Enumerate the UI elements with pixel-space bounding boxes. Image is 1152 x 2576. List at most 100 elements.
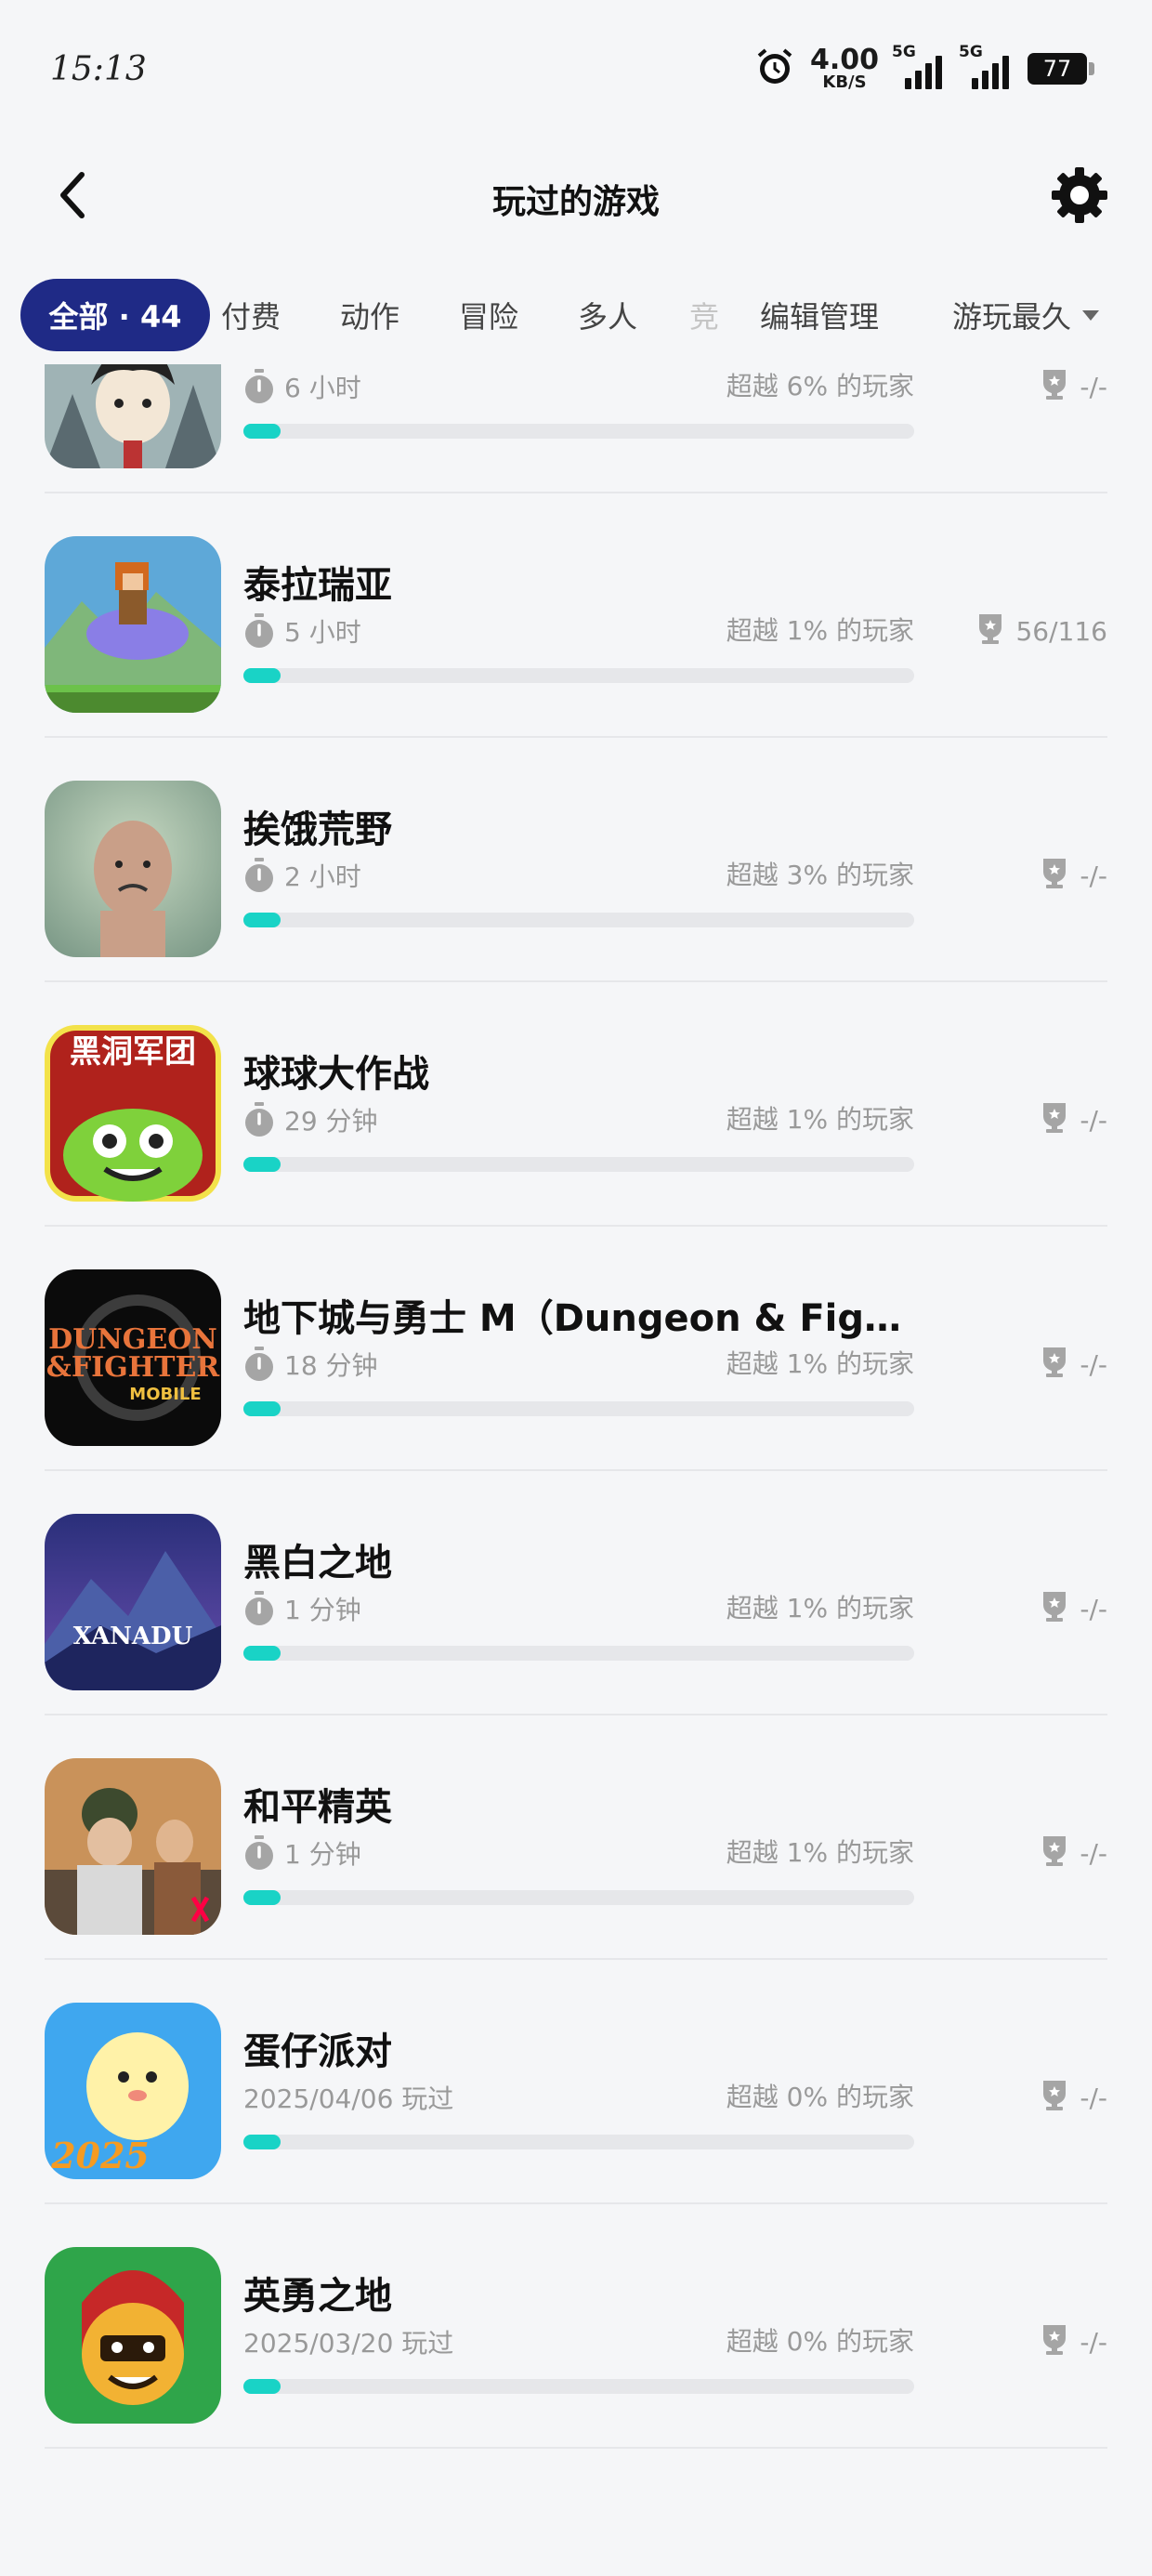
progress-bar — [243, 2135, 914, 2149]
progress-fill — [243, 2379, 281, 2394]
achievements: -/- — [1041, 2323, 1107, 2360]
thumb-text: &FIGHTER — [46, 1351, 221, 1384]
rank-text: 超越 0% 的玩家 — [726, 2326, 914, 2357]
timer-icon — [243, 1591, 275, 1626]
playtime-text: 2 小时 — [284, 861, 361, 892]
settings-button[interactable] — [1048, 164, 1111, 227]
game-thumbnail: 2025 — [45, 2003, 221, 2179]
game-name: 蛋仔派对 — [243, 2031, 392, 2073]
game-name: 地下城与勇士 M（Dungeon & Fighter M… — [243, 1297, 912, 1340]
sort-dropdown[interactable]: 游玩最久 — [936, 279, 1115, 351]
progress-bar — [243, 913, 914, 927]
achievements: -/- — [1041, 2079, 1107, 2116]
played-date: 2025/03/20 玩过 — [243, 2323, 453, 2360]
playtime: 2 小时 — [243, 857, 361, 894]
achievements: -/- — [1041, 857, 1107, 894]
playtime-text: 6 小时 — [284, 373, 361, 403]
playtime: 1 分钟 — [243, 1590, 361, 1627]
game-list: 6 小时 超越 6% 的玩家 -/- 泰拉瑞亚 5 小时 超越 1% 的玩家 5… — [0, 364, 1152, 2576]
game-row[interactable]: 英勇之地 2025/03/20 玩过 超越 0% 的玩家 -/- — [0, 2204, 1152, 2449]
achievement-count: -/- — [1080, 2326, 1107, 2358]
progress-bar — [243, 1646, 914, 1661]
tab-label: 付费 — [220, 299, 281, 335]
trophy-icon — [976, 612, 1004, 651]
achievements: -/- — [1041, 1101, 1107, 1138]
trophy-icon — [1041, 2323, 1068, 2361]
trophy-icon — [1041, 1346, 1068, 1384]
tab-label: 动作 — [339, 299, 399, 335]
progress-fill — [243, 1646, 281, 1661]
signal-icon: 5G — [959, 43, 1013, 89]
progress-fill — [243, 1157, 281, 1172]
status-bar: 15:13 4.00 KB/S 5G 5G 77 — [0, 0, 1152, 139]
playtime: 6 小时 — [243, 368, 361, 405]
played-date: 2025/04/06 玩过 — [243, 2079, 453, 2116]
timer-icon — [243, 858, 275, 893]
game-row[interactable]: 6 小时 超越 6% 的玩家 -/- — [0, 364, 1152, 493]
chevron-down-icon — [1082, 309, 1099, 321]
achievements: -/- — [1041, 1834, 1107, 1872]
achievement-count: -/- — [1080, 371, 1107, 402]
thumb-text: 黑洞军团 — [70, 1033, 196, 1071]
tab-paid[interactable]: 付费 — [214, 279, 288, 351]
rank-text: 超越 1% 的玩家 — [726, 1837, 914, 1868]
game-row[interactable]: XANADU 黑白之地 1 分钟 超越 1% 的玩家 -/- — [0, 1471, 1152, 1715]
battery-level: 77 — [1042, 56, 1072, 82]
game-row[interactable]: DUNGEON &FIGHTER MOBILE 地下城与勇士 M（Dungeon… — [0, 1227, 1152, 1471]
game-row[interactable]: 泰拉瑞亚 5 小时 超越 1% 的玩家 56/116 — [0, 493, 1152, 738]
playtime: 29 分钟 — [243, 1101, 378, 1138]
achievements: -/- — [1041, 1590, 1107, 1627]
header: 玩过的游戏 — [0, 149, 1152, 242]
trophy-icon — [1041, 2079, 1068, 2117]
game-thumbnail: DUNGEON &FIGHTER MOBILE — [45, 1269, 221, 1446]
game-name: 挨饿荒野 — [243, 808, 392, 851]
tab-label: 竞 — [688, 299, 719, 335]
achievements: -/- — [1041, 1346, 1107, 1383]
tab-label: 游玩最久 — [951, 299, 1071, 335]
achievement-count: -/- — [1080, 2082, 1107, 2113]
page-title: 玩过的游戏 — [491, 183, 660, 221]
played-date-text: 2025/04/06 玩过 — [243, 2083, 454, 2114]
status-icons: 4.00 KB/S 5G 5G 77 — [754, 43, 1094, 95]
thumb-text: 2025 — [50, 2135, 150, 2176]
progress-fill — [243, 1890, 281, 1905]
edit-manage-button[interactable]: 编辑管理 — [747, 279, 892, 351]
trophy-icon — [1041, 368, 1068, 406]
battery-icon: 77 — [1028, 53, 1094, 85]
game-thumbnail — [45, 781, 221, 957]
playtime: 1 分钟 — [243, 1834, 361, 1872]
achievements: 56/116 — [976, 612, 1107, 650]
progress-bar — [243, 1890, 914, 1905]
tab-competitive[interactable]: 竞 — [686, 279, 723, 351]
tab-label: 冒险 — [458, 299, 518, 335]
game-row[interactable]: 和平精英 1 分钟 超越 1% 的玩家 -/- — [0, 1715, 1152, 1960]
game-row[interactable]: 挨饿荒野 2 小时 超越 3% 的玩家 -/- — [0, 738, 1152, 982]
game-row[interactable]: 2025 蛋仔派对 2025/04/06 玩过 超越 0% 的玩家 -/- — [0, 1960, 1152, 2204]
network-speed: 4.00 KB/S — [810, 46, 879, 91]
rank-text: 超越 1% 的玩家 — [726, 615, 914, 646]
game-row[interactable]: 黑洞军团 球球大作战 29 分钟 超越 1% 的玩家 -/- — [0, 982, 1152, 1227]
timer-icon — [243, 1347, 275, 1382]
game-thumbnail: XANADU — [45, 1514, 221, 1690]
tab-adventure[interactable]: 冒险 — [452, 279, 526, 351]
game-thumbnail — [45, 1758, 221, 1935]
rank-text: 超越 0% 的玩家 — [726, 2082, 914, 2112]
game-thumbnail: 黑洞军团 — [45, 1025, 221, 1202]
playtime-text: 29 分钟 — [284, 1106, 378, 1137]
rank-text: 超越 1% 的玩家 — [726, 1348, 914, 1379]
playtime-text: 1 分钟 — [284, 1839, 361, 1870]
achievement-count: -/- — [1080, 1104, 1107, 1136]
rank-text: 超越 6% 的玩家 — [726, 371, 914, 401]
achievement-count: -/- — [1080, 1348, 1107, 1380]
playtime-text: 1 分钟 — [284, 1595, 361, 1625]
progress-bar — [243, 1157, 914, 1172]
trophy-icon — [1041, 1101, 1068, 1139]
progress-bar — [243, 668, 914, 683]
progress-fill — [243, 1401, 281, 1416]
progress-bar — [243, 1401, 914, 1416]
tab-label: 编辑管理 — [759, 299, 879, 335]
tab-all[interactable]: 全部 · 44 — [20, 279, 210, 351]
game-name: 黑白之地 — [243, 1542, 392, 1584]
tab-multiplayer[interactable]: 多人 — [570, 279, 645, 351]
tab-action[interactable]: 动作 — [333, 279, 407, 351]
